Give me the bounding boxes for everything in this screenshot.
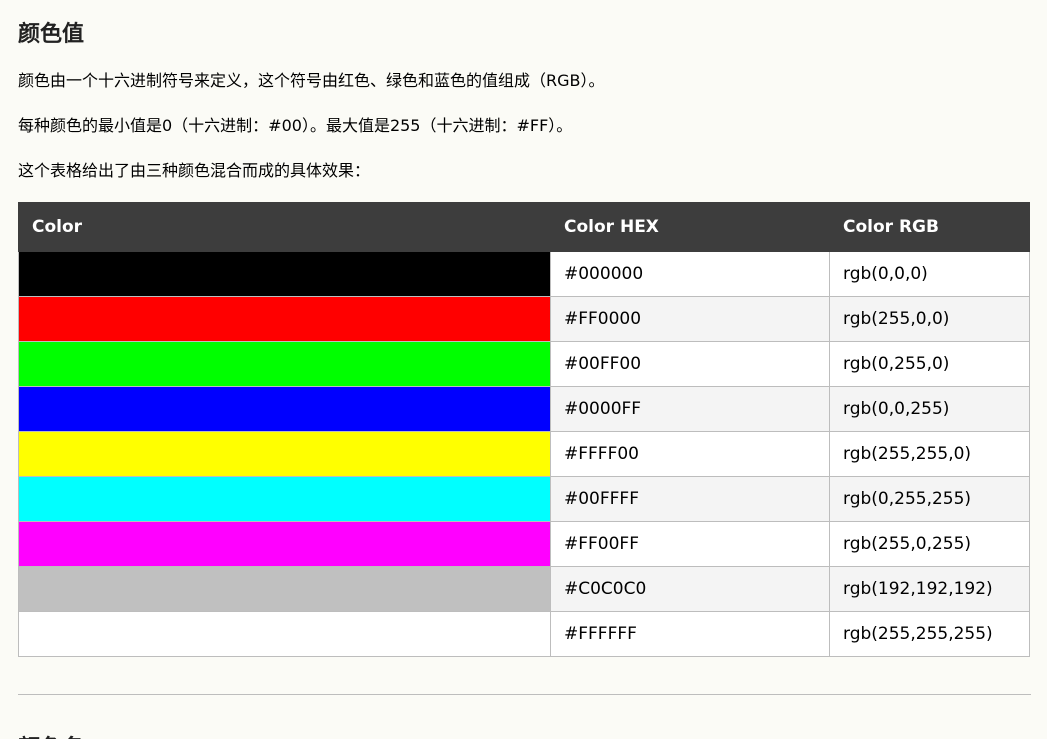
rgb-cell: rgb(0,255,0) [829, 341, 1030, 387]
table-row: #0000FF rgb(0,0,255) [18, 386, 1030, 432]
table-row: #00FF00 rgb(0,255,0) [18, 341, 1030, 387]
hex-cell: #00FFFF [550, 476, 830, 522]
rgb-cell: rgb(0,255,255) [829, 476, 1030, 522]
hex-cell: #00FF00 [550, 341, 830, 387]
color-swatch [18, 296, 551, 342]
rgb-cell: rgb(255,0,255) [829, 521, 1030, 567]
intro-paragraph: 颜色由一个十六进制符号来定义，这个符号由红色、绿色和蓝色的值组成（RGB）。 [18, 71, 605, 90]
hex-cell: #000000 [550, 251, 830, 297]
section-divider [18, 694, 1031, 695]
color-swatch [18, 251, 551, 297]
table-row: #FFFF00 rgb(255,255,0) [18, 431, 1030, 477]
hex-cell: #FF00FF [550, 521, 830, 567]
color-swatch [18, 431, 551, 477]
color-swatch [18, 521, 551, 567]
table-row: #000000 rgb(0,0,0) [18, 251, 1030, 297]
table-row: #C0C0C0 rgb(192,192,192) [18, 566, 1030, 612]
next-section-heading: 颜色名 [18, 730, 84, 739]
color-swatch [18, 611, 551, 657]
color-swatch [18, 341, 551, 387]
table-row: #00FFFF rgb(0,255,255) [18, 476, 1030, 522]
hex-cell: #FFFFFF [550, 611, 830, 657]
table-header-row: Color Color HEX Color RGB [18, 202, 1030, 252]
rgb-cell: rgb(255,255,0) [829, 431, 1030, 477]
rgb-cell: rgb(192,192,192) [829, 566, 1030, 612]
header-color: Color [18, 202, 551, 252]
hex-cell: #FF0000 [550, 296, 830, 342]
rgb-cell: rgb(255,255,255) [829, 611, 1030, 657]
hex-cell: #FFFF00 [550, 431, 830, 477]
color-swatch [18, 386, 551, 432]
table-row: #FF0000 rgb(255,0,0) [18, 296, 1030, 342]
header-color-rgb: Color RGB [829, 202, 1030, 252]
hex-cell: #0000FF [550, 386, 830, 432]
color-swatch [18, 476, 551, 522]
table-row: #FF00FF rgb(255,0,255) [18, 521, 1030, 567]
color-swatch [18, 566, 551, 612]
page-title: 颜色值 [18, 22, 85, 47]
min-max-paragraph: 每种颜色的最小值是0（十六进制：#00）。最大值是255（十六进制：#FF）。 [18, 116, 573, 135]
rgb-cell: rgb(0,0,0) [829, 251, 1030, 297]
table-intro-paragraph: 这个表格给出了由三种颜色混合而成的具体效果： [18, 161, 371, 180]
table-row: #FFFFFF rgb(255,255,255) [18, 611, 1030, 657]
hex-cell: #C0C0C0 [550, 566, 830, 612]
rgb-cell: rgb(255,0,0) [829, 296, 1030, 342]
rgb-cell: rgb(0,0,255) [829, 386, 1030, 432]
color-table: Color Color HEX Color RGB #000000 rgb(0,… [18, 202, 1030, 657]
header-color-hex: Color HEX [550, 202, 830, 252]
